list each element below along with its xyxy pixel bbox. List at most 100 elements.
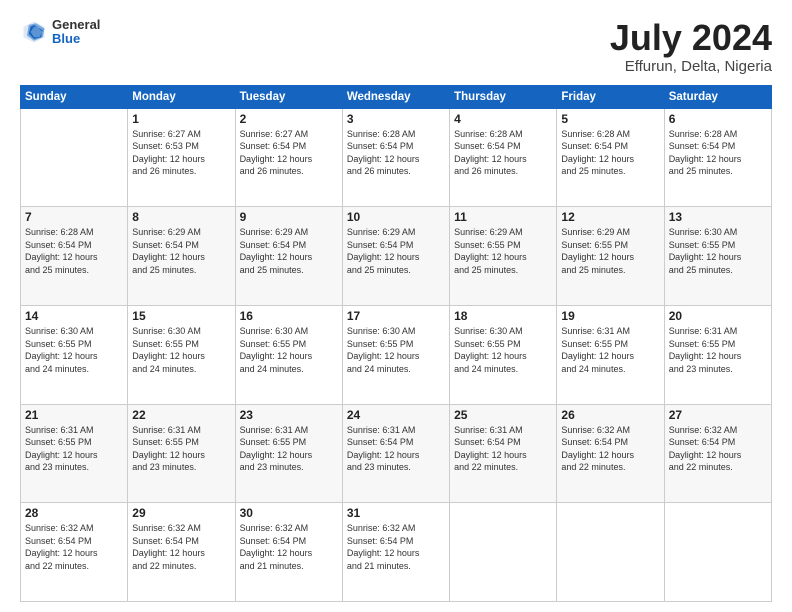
day-info: Sunrise: 6:31 AM Sunset: 6:54 PM Dayligh… xyxy=(347,424,445,474)
day-number: 16 xyxy=(240,309,338,323)
day-info: Sunrise: 6:31 AM Sunset: 6:55 PM Dayligh… xyxy=(25,424,123,474)
calendar-cell: 8Sunrise: 6:29 AM Sunset: 6:54 PM Daylig… xyxy=(128,207,235,306)
calendar-cell: 19 Sunrise: 6:31 AM Sunset: 6:55 PM Dayli… xyxy=(557,305,664,404)
calendar-week-row: 28 Sunrise: 6:32 AM Sunset: 6:54 PM Dayli… xyxy=(21,503,772,602)
title-month: July 2024 xyxy=(610,18,772,58)
calendar-week-row: 21Sunrise: 6:31 AM Sunset: 6:55 PM Dayli… xyxy=(21,404,772,503)
day-info: Sunrise: 6:31 AM Sunset: 6:55 PM Dayligh… xyxy=(561,325,659,375)
day-info: Sunrise: 6:32 AM Sunset: 6:54 PM Dayligh… xyxy=(132,522,230,572)
day-number: 30 xyxy=(240,506,338,520)
day-number: 17 xyxy=(347,309,445,323)
day-info: Sunrise: 6:32 AM Sunset: 6:54 PM Dayligh… xyxy=(240,522,338,572)
day-number: 10 xyxy=(347,210,445,224)
calendar-cell: 1 Sunrise: 6:27 AM Sunset: 6:53 PM Daylig… xyxy=(128,108,235,207)
calendar-cell: 13Sunrise: 6:30 AM Sunset: 6:55 PM Dayli… xyxy=(664,207,771,306)
calendar-day-header: Thursday xyxy=(450,85,557,108)
calendar-cell: 10 Sunrise: 6:29 AM Sunset: 6:54 PM Dayli… xyxy=(342,207,449,306)
calendar-cell: 12 Sunrise: 6:29 AM Sunset: 6:55 PM Dayli… xyxy=(557,207,664,306)
calendar-cell: 3 Sunrise: 6:28 AM Sunset: 6:54 PM Daylig… xyxy=(342,108,449,207)
logo-text: General Blue xyxy=(52,18,100,47)
day-number: 28 xyxy=(25,506,123,520)
day-number: 8 xyxy=(132,210,230,224)
calendar-cell: 4Sunrise: 6:28 AM Sunset: 6:54 PM Daylig… xyxy=(450,108,557,207)
day-info: Sunrise: 6:29 AM Sunset: 6:54 PM Dayligh… xyxy=(240,226,338,276)
calendar-cell: 29 Sunrise: 6:32 AM Sunset: 6:54 PM Dayli… xyxy=(128,503,235,602)
header: General Blue July 2024 Effurun, Delta, N… xyxy=(20,18,772,75)
logo-icon xyxy=(20,18,48,46)
day-number: 11 xyxy=(454,210,552,224)
day-number: 20 xyxy=(669,309,767,323)
calendar-cell: 27Sunrise: 6:32 AM Sunset: 6:54 PM Dayli… xyxy=(664,404,771,503)
day-number: 29 xyxy=(132,506,230,520)
day-number: 3 xyxy=(347,112,445,126)
day-info: Sunrise: 6:29 AM Sunset: 6:55 PM Dayligh… xyxy=(561,226,659,276)
calendar-day-header: Friday xyxy=(557,85,664,108)
day-info: Sunrise: 6:31 AM Sunset: 6:55 PM Dayligh… xyxy=(669,325,767,375)
calendar-cell: 7 Sunrise: 6:28 AM Sunset: 6:54 PM Daylig… xyxy=(21,207,128,306)
day-number: 1 xyxy=(132,112,230,126)
day-info: Sunrise: 6:31 AM Sunset: 6:55 PM Dayligh… xyxy=(132,424,230,474)
calendar-cell: 26 Sunrise: 6:32 AM Sunset: 6:54 PM Dayli… xyxy=(557,404,664,503)
day-info: Sunrise: 6:31 AM Sunset: 6:55 PM Dayligh… xyxy=(240,424,338,474)
calendar-header-row: SundayMondayTuesdayWednesdayThursdayFrid… xyxy=(21,85,772,108)
day-number: 9 xyxy=(240,210,338,224)
day-number: 24 xyxy=(347,408,445,422)
day-info: Sunrise: 6:28 AM Sunset: 6:54 PM Dayligh… xyxy=(25,226,123,276)
day-info: Sunrise: 6:27 AM Sunset: 6:54 PM Dayligh… xyxy=(240,128,338,178)
calendar-cell: 14Sunrise: 6:30 AM Sunset: 6:55 PM Dayli… xyxy=(21,305,128,404)
calendar-cell: 16 Sunrise: 6:30 AM Sunset: 6:55 PM Dayli… xyxy=(235,305,342,404)
day-number: 18 xyxy=(454,309,552,323)
calendar-cell: 30 Sunrise: 6:32 AM Sunset: 6:54 PM Dayli… xyxy=(235,503,342,602)
calendar-day-header: Monday xyxy=(128,85,235,108)
day-info: Sunrise: 6:30 AM Sunset: 6:55 PM Dayligh… xyxy=(132,325,230,375)
calendar-cell xyxy=(557,503,664,602)
calendar-cell: 6Sunrise: 6:28 AM Sunset: 6:54 PM Daylig… xyxy=(664,108,771,207)
day-info: Sunrise: 6:30 AM Sunset: 6:55 PM Dayligh… xyxy=(240,325,338,375)
calendar-cell: 11 Sunrise: 6:29 AM Sunset: 6:55 PM Dayli… xyxy=(450,207,557,306)
calendar-cell: 9 Sunrise: 6:29 AM Sunset: 6:54 PM Daylig… xyxy=(235,207,342,306)
day-number: 26 xyxy=(561,408,659,422)
calendar-cell xyxy=(664,503,771,602)
calendar-week-row: 1 Sunrise: 6:27 AM Sunset: 6:53 PM Daylig… xyxy=(21,108,772,207)
day-number: 7 xyxy=(25,210,123,224)
page: General Blue July 2024 Effurun, Delta, N… xyxy=(0,0,792,612)
calendar-cell xyxy=(450,503,557,602)
day-number: 27 xyxy=(669,408,767,422)
day-number: 19 xyxy=(561,309,659,323)
logo-blue: Blue xyxy=(52,32,100,46)
logo: General Blue xyxy=(20,18,100,47)
calendar-cell: 31 Sunrise: 6:32 AM Sunset: 6:54 PM Dayli… xyxy=(342,503,449,602)
day-info: Sunrise: 6:28 AM Sunset: 6:54 PM Dayligh… xyxy=(454,128,552,178)
day-info: Sunrise: 6:32 AM Sunset: 6:54 PM Dayligh… xyxy=(347,522,445,572)
day-number: 12 xyxy=(561,210,659,224)
day-number: 31 xyxy=(347,506,445,520)
day-info: Sunrise: 6:29 AM Sunset: 6:54 PM Dayligh… xyxy=(347,226,445,276)
calendar-cell: 21Sunrise: 6:31 AM Sunset: 6:55 PM Dayli… xyxy=(21,404,128,503)
calendar-day-header: Saturday xyxy=(664,85,771,108)
calendar-cell xyxy=(21,108,128,207)
day-info: Sunrise: 6:29 AM Sunset: 6:55 PM Dayligh… xyxy=(454,226,552,276)
title-location: Effurun, Delta, Nigeria xyxy=(610,58,772,75)
calendar-cell: 23Sunrise: 6:31 AM Sunset: 6:55 PM Dayli… xyxy=(235,404,342,503)
calendar-cell: 28Sunrise: 6:32 AM Sunset: 6:54 PM Dayli… xyxy=(21,503,128,602)
calendar-table: SundayMondayTuesdayWednesdayThursdayFrid… xyxy=(20,85,772,602)
calendar-day-header: Tuesday xyxy=(235,85,342,108)
day-number: 15 xyxy=(132,309,230,323)
day-info: Sunrise: 6:30 AM Sunset: 6:55 PM Dayligh… xyxy=(669,226,767,276)
calendar-cell: 25 Sunrise: 6:31 AM Sunset: 6:54 PM Dayli… xyxy=(450,404,557,503)
day-info: Sunrise: 6:30 AM Sunset: 6:55 PM Dayligh… xyxy=(454,325,552,375)
day-info: Sunrise: 6:31 AM Sunset: 6:54 PM Dayligh… xyxy=(454,424,552,474)
day-number: 25 xyxy=(454,408,552,422)
day-info: Sunrise: 6:32 AM Sunset: 6:54 PM Dayligh… xyxy=(561,424,659,474)
calendar-cell: 18 Sunrise: 6:30 AM Sunset: 6:55 PM Dayli… xyxy=(450,305,557,404)
day-info: Sunrise: 6:27 AM Sunset: 6:53 PM Dayligh… xyxy=(132,128,230,178)
calendar-week-row: 14Sunrise: 6:30 AM Sunset: 6:55 PM Dayli… xyxy=(21,305,772,404)
calendar-cell: 2 Sunrise: 6:27 AM Sunset: 6:54 PM Daylig… xyxy=(235,108,342,207)
calendar-day-header: Sunday xyxy=(21,85,128,108)
day-number: 2 xyxy=(240,112,338,126)
calendar-week-row: 7 Sunrise: 6:28 AM Sunset: 6:54 PM Daylig… xyxy=(21,207,772,306)
day-info: Sunrise: 6:28 AM Sunset: 6:54 PM Dayligh… xyxy=(347,128,445,178)
title-block: July 2024 Effurun, Delta, Nigeria xyxy=(610,18,772,75)
calendar-cell: 24 Sunrise: 6:31 AM Sunset: 6:54 PM Dayli… xyxy=(342,404,449,503)
calendar-cell: 20 Sunrise: 6:31 AM Sunset: 6:55 PM Dayli… xyxy=(664,305,771,404)
